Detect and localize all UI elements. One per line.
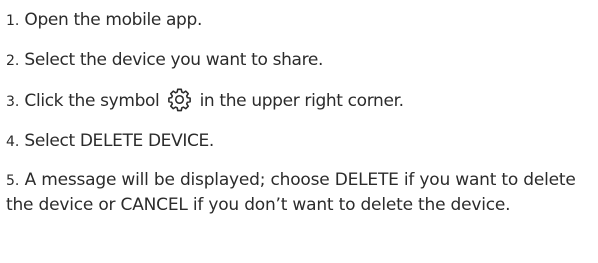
step-text: A message will be displayed; choose DELE… [6, 170, 576, 215]
step-2: 2. Select the device you want to share. [6, 48, 592, 73]
step-text-before-icon: Click the symbol [24, 91, 160, 111]
step-text: Open the mobile app. [24, 10, 202, 30]
step-number: 2. [6, 52, 20, 69]
step-number: 4. [6, 133, 20, 150]
step-3: 3. Click the symbol in the upper right c… [6, 87, 592, 114]
step-number: 3. [6, 94, 20, 110]
step-5: 5. A message will be displayed; choose D… [6, 168, 592, 217]
step-number: 1. [6, 13, 20, 29]
step-number: 5. [6, 173, 20, 189]
step-text: Select DELETE DEVICE. [24, 130, 214, 151]
step-text: Select the device you want to share. [24, 49, 324, 70]
instruction-steps: 1. Open the mobile app. 2. Select the de… [6, 8, 592, 217]
step-text-after-icon: in the upper right corner. [199, 91, 405, 111]
step-4: 4. Select DELETE DEVICE. [6, 129, 592, 154]
gear-icon [167, 87, 192, 112]
step-1: 1. Open the mobile app. [6, 8, 592, 33]
